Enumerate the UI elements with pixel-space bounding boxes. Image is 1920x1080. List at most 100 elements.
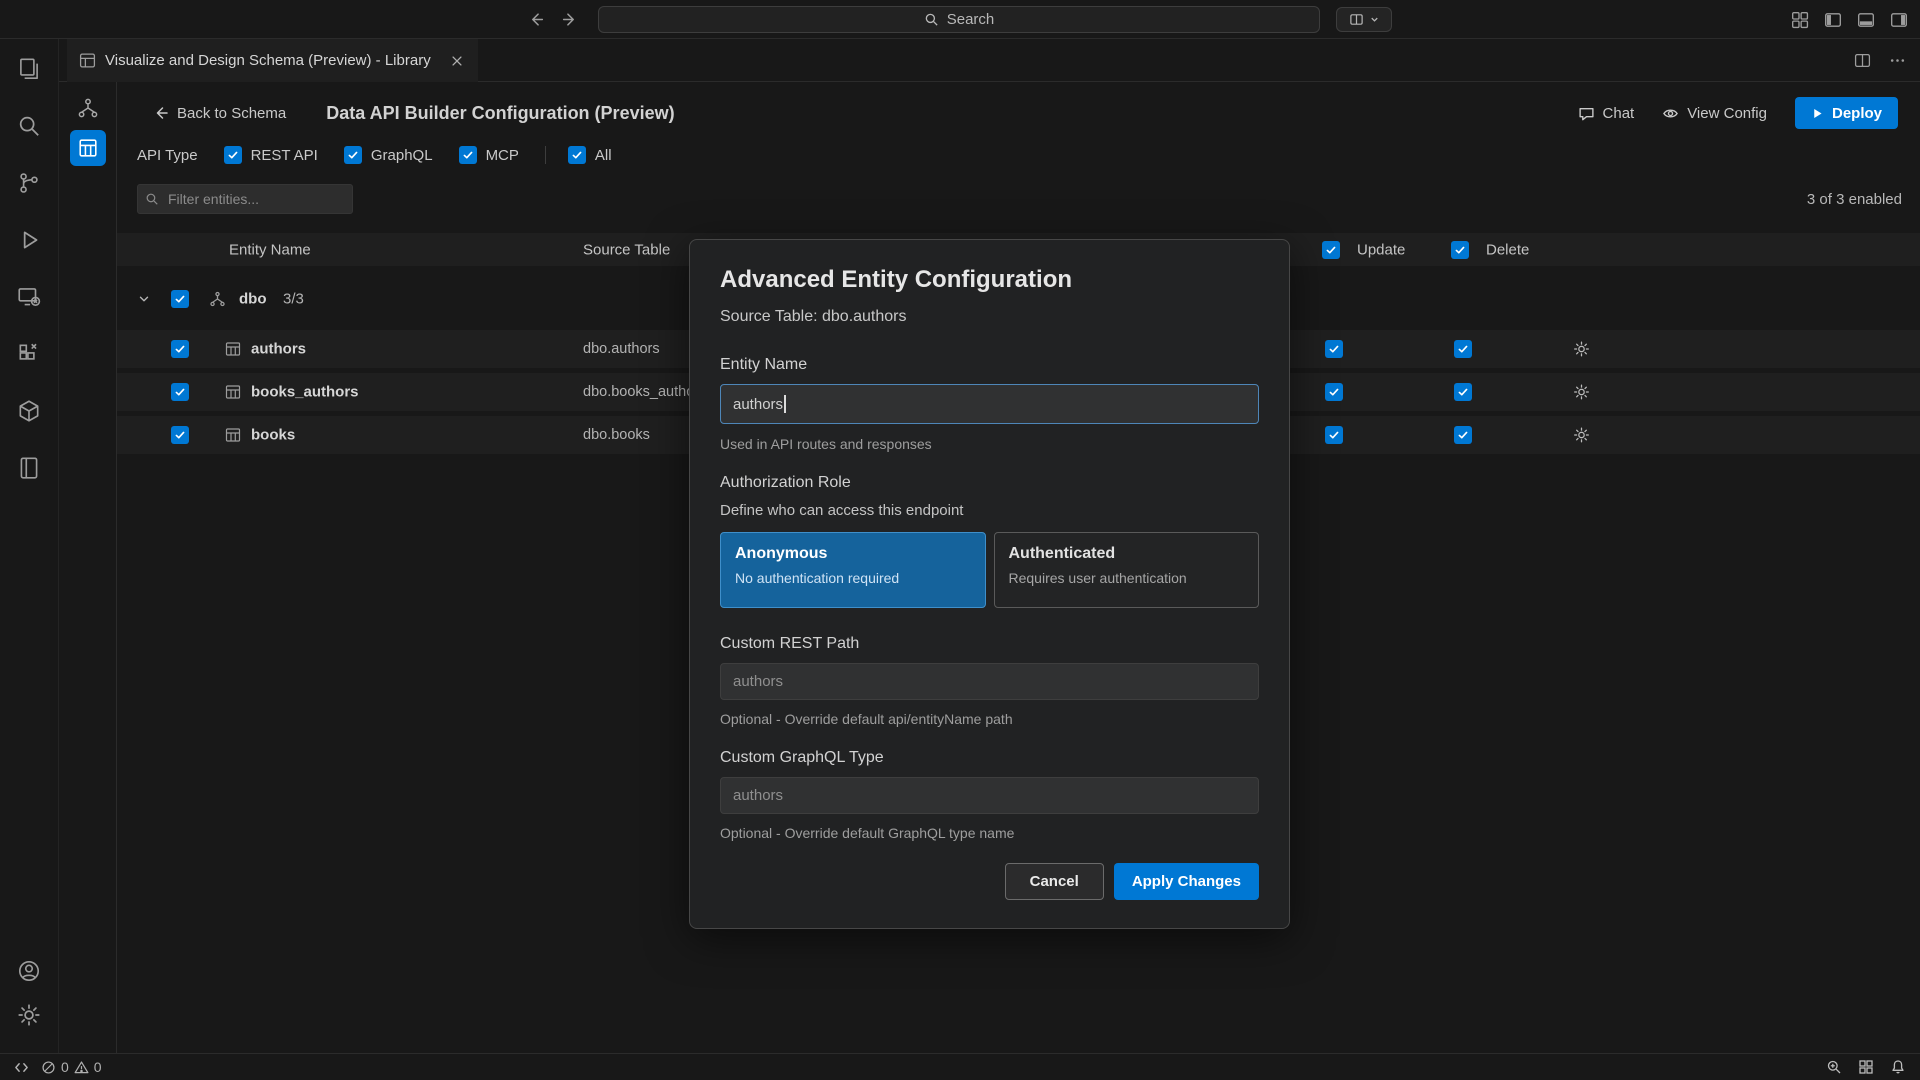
notebooks-icon[interactable] [11, 450, 47, 486]
deploy-label: Deploy [1832, 105, 1882, 122]
update-column-header: Update [1357, 241, 1405, 258]
mcp-label: MCP [486, 147, 519, 164]
role-anonymous-title: Anonymous [735, 545, 971, 563]
deploy-button[interactable]: Deploy [1795, 97, 1898, 129]
group-checkbox[interactable] [171, 290, 189, 308]
table-designer-icon[interactable] [70, 130, 106, 166]
role-anonymous-card[interactable]: Anonymous No authentication required [720, 532, 986, 608]
notifications-bell-icon[interactable] [1890, 1059, 1906, 1075]
entities-toolbar: 3 of 3 enabled [137, 182, 1902, 216]
back-arrow-icon[interactable] [528, 11, 545, 28]
delete-all-checkbox[interactable] [1451, 241, 1469, 259]
play-icon [1811, 107, 1824, 120]
row-checkbox[interactable] [171, 426, 189, 444]
search-label: Search [947, 11, 995, 28]
row-checkbox[interactable] [171, 340, 189, 358]
update-checkbox[interactable] [1325, 426, 1343, 444]
chevron-down-icon[interactable] [137, 292, 151, 306]
entity-settings-gear-icon[interactable] [1572, 426, 1591, 445]
update-all-checkbox[interactable] [1322, 241, 1340, 259]
role-anonymous-description: No authentication required [735, 570, 971, 586]
source-table: dbo.authors [583, 341, 660, 357]
entity-filter-input[interactable] [137, 184, 353, 214]
entity-name-input[interactable]: authors [720, 384, 1259, 424]
eye-icon [1662, 105, 1679, 122]
delete-checkbox[interactable] [1454, 426, 1472, 444]
role-authenticated-card[interactable]: Authenticated Requires user authenticati… [994, 532, 1260, 608]
account-icon[interactable] [11, 953, 47, 989]
toggle-panel-icon[interactable] [1857, 11, 1875, 29]
filter-option-all[interactable]: All [568, 146, 612, 164]
entity-name-column-header: Entity Name [229, 241, 311, 258]
sql-connections-icon[interactable] [11, 279, 47, 315]
more-actions-icon[interactable] [1889, 52, 1906, 69]
delete-checkbox[interactable] [1454, 383, 1472, 401]
view-config-button[interactable]: View Config [1662, 105, 1767, 122]
errors-icon [41, 1060, 56, 1075]
apply-changes-button[interactable]: Apply Changes [1114, 863, 1259, 900]
source-control-icon[interactable] [11, 165, 47, 201]
toggle-secondary-sidebar-icon[interactable] [1890, 11, 1908, 29]
delete-checkbox[interactable] [1454, 340, 1472, 358]
entity-name: authors [251, 341, 306, 358]
cancel-button[interactable]: Cancel [1005, 863, 1104, 900]
settings-gear-icon[interactable] [11, 997, 47, 1033]
table-icon [225, 341, 241, 357]
search-icon[interactable] [11, 108, 47, 144]
customize-layout-icon[interactable] [1791, 11, 1809, 29]
back-to-schema-link[interactable]: Back to Schema [153, 105, 286, 122]
history-nav [528, 0, 578, 39]
table-icon [225, 384, 241, 400]
filter-option-rest-api[interactable]: REST API [224, 146, 318, 164]
custom-graphql-type-input[interactable] [720, 777, 1259, 814]
remote-window-icon[interactable] [14, 1060, 29, 1075]
warnings-icon [74, 1060, 89, 1075]
close-icon[interactable] [448, 52, 466, 70]
filter-option-mcp[interactable]: MCP [459, 146, 519, 164]
dialog-title: Advanced Entity Configuration [720, 266, 1259, 294]
entity-settings-gear-icon[interactable] [1572, 340, 1591, 359]
split-window-icon [1349, 12, 1364, 27]
chat-button[interactable]: Chat [1578, 105, 1635, 122]
mcp-checkbox[interactable] [459, 146, 477, 164]
update-checkbox[interactable] [1325, 340, 1343, 358]
enabled-count-status: 3 of 3 enabled [1807, 191, 1902, 208]
status-bar-right [1826, 1059, 1906, 1075]
layout-mode-dropdown[interactable] [1336, 7, 1392, 32]
split-editor-icon[interactable] [1854, 52, 1871, 69]
custom-rest-path-label: Custom REST Path [720, 635, 1259, 653]
titlebar: Search [0, 0, 1920, 39]
filter-option-graphql[interactable]: GraphQL [344, 146, 433, 164]
source-table-column-header: Source Table [583, 241, 670, 258]
errors-count: 0 [61, 1059, 69, 1075]
header-actions: Chat View Config Deploy [1578, 97, 1898, 129]
database-projects-icon[interactable] [11, 393, 47, 429]
back-arrow-icon [153, 105, 169, 121]
search-bar[interactable]: Search [598, 6, 1320, 33]
all-checkbox[interactable] [568, 146, 586, 164]
table-icon [225, 427, 241, 443]
text-caret [784, 395, 786, 413]
custom-rest-path-input[interactable] [720, 663, 1259, 700]
explorer-icon[interactable] [11, 51, 47, 87]
update-checkbox[interactable] [1325, 383, 1343, 401]
zoom-icon[interactable] [1826, 1059, 1842, 1075]
view-config-label: View Config [1687, 105, 1767, 122]
row-checkbox[interactable] [171, 383, 189, 401]
editor-actions [1854, 39, 1906, 82]
graphql-label: GraphQL [371, 147, 433, 164]
problems-indicator[interactable]: 0 0 [41, 1059, 102, 1075]
extensions-status-icon[interactable] [1858, 1059, 1874, 1075]
graphql-checkbox[interactable] [344, 146, 362, 164]
run-debug-icon[interactable] [11, 222, 47, 258]
schema-diagram-icon[interactable] [70, 90, 106, 126]
entity-name: books_authors [251, 384, 359, 401]
api-type-label: API Type [137, 147, 198, 164]
extensions-icon[interactable] [11, 336, 47, 372]
tab-visualize-design-schema[interactable]: Visualize and Design Schema (Preview) - … [67, 39, 478, 82]
forward-arrow-icon[interactable] [561, 11, 578, 28]
toggle-primary-sidebar-icon[interactable] [1824, 11, 1842, 29]
entity-settings-gear-icon[interactable] [1572, 383, 1591, 402]
tab-bar: Visualize and Design Schema (Preview) - … [59, 39, 1920, 82]
rest-api-checkbox[interactable] [224, 146, 242, 164]
